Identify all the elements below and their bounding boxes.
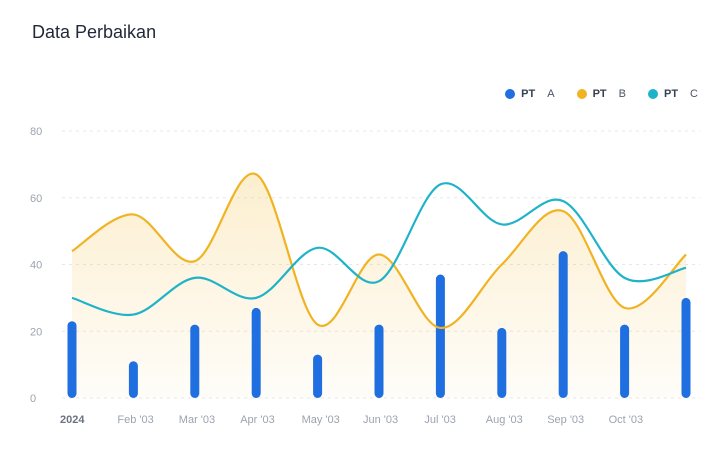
bar-pt-a	[620, 324, 630, 398]
chart-plot: 0 20 40 60 80 2024 Feb '03 Mar '03 Apr '03 May '0…	[30, 126, 700, 426]
bar-pt-a	[681, 297, 691, 398]
x-tick-label: Aug '03	[486, 414, 523, 426]
x-tick-label: Apr '03	[240, 414, 275, 426]
bar-pt-a	[558, 251, 568, 398]
x-tick-label: May '03	[302, 414, 340, 426]
bar-pt-a	[374, 324, 384, 398]
bar-pt-a	[190, 324, 200, 398]
x-tick-label: Sep '03	[547, 414, 584, 426]
y-tick-label: 0	[30, 393, 36, 405]
y-tick-label: 40	[30, 260, 42, 272]
bar-pt-a	[435, 274, 445, 398]
bar-pt-a	[251, 307, 261, 398]
y-tick-label: 60	[30, 193, 42, 205]
x-tick-label: Mar '03	[179, 414, 215, 426]
y-tick-label: 80	[30, 126, 42, 138]
x-tick-label: Jul '03	[424, 414, 455, 426]
y-tick-label: 20	[30, 326, 42, 338]
bar-pt-a	[128, 361, 138, 398]
bar-pt-a	[313, 354, 323, 398]
x-tick-label: Oct '03	[609, 414, 644, 426]
bar-pt-a	[497, 327, 507, 398]
x-tick-label: Feb '03	[117, 414, 153, 426]
bar-pt-a	[67, 321, 77, 398]
x-tick-label: Jun '03	[363, 414, 398, 426]
x-tick-label: 2024	[60, 414, 85, 426]
chart-card: Data Perbaikan PT A PT B PT C 0 20 40 60 80 2…	[0, 0, 720, 465]
